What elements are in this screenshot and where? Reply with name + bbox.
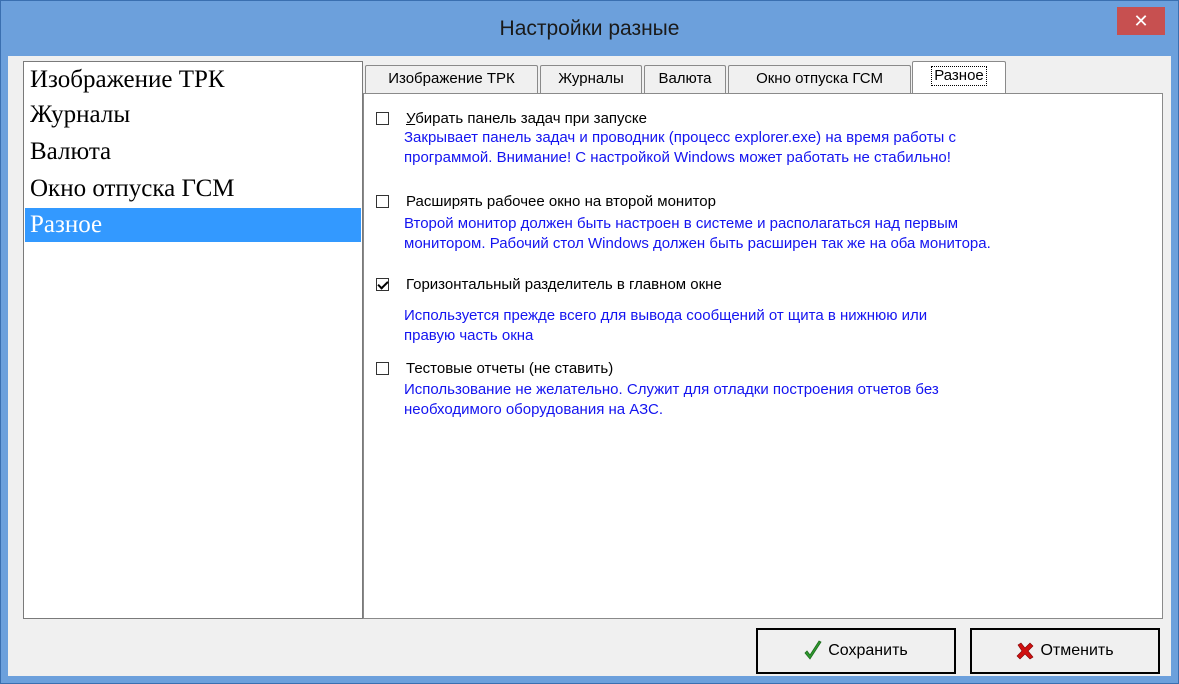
test-reports-desc-line1: Использование не желательно. Служит для … <box>404 381 939 398</box>
extend-monitor-checkbox[interactable] <box>376 195 389 208</box>
title-bar[interactable]: Настройки разные ✕ <box>1 1 1178 55</box>
hide-taskbar-desc-line2: программой. Внимание! С настройкой Windo… <box>404 149 951 166</box>
category-item-journals[interactable]: Журналы <box>25 98 361 132</box>
horizontal-splitter-desc-line1: Используется прежде всего для вывода соо… <box>404 307 928 324</box>
category-item-currency[interactable]: Валюта <box>25 135 361 169</box>
checkmark-icon <box>804 640 822 660</box>
hide-taskbar-label[interactable]: Убирать панель задач при запуске <box>406 110 647 127</box>
tab-misc[interactable]: Разное <box>912 61 1006 93</box>
tab-misc-label: Разное <box>931 66 987 86</box>
tab-trk-image[interactable]: Изображение ТРК <box>365 65 538 93</box>
hide-taskbar-checkbox[interactable] <box>376 112 389 125</box>
tab-panel-misc: Убирать панель задач при запуске Закрыва… <box>363 93 1163 619</box>
test-reports-checkbox[interactable] <box>376 362 389 375</box>
horizontal-splitter-label[interactable]: Горизонтальный разделитель в главном окн… <box>406 276 722 293</box>
save-button[interactable]: Сохранить <box>756 628 956 674</box>
tab-journals[interactable]: Журналы <box>540 65 642 93</box>
button-bar: Сохранить Отменить <box>8 624 1171 676</box>
tab-fuel-window[interactable]: Окно отпуска ГСМ <box>728 65 911 93</box>
extend-monitor-desc-line1: Второй монитор должен быть настроен в си… <box>404 215 959 232</box>
horizontal-splitter-desc-line2: правую часть окна <box>404 327 534 344</box>
hide-taskbar-label-accel: У <box>406 110 416 127</box>
category-item-fuel-window[interactable]: Окно отпуска ГСМ <box>25 172 361 206</box>
settings-window: Настройки разные ✕ Изображение ТРК Журна… <box>0 0 1179 684</box>
cancel-button-label: Отменить <box>1040 642 1114 659</box>
category-item-misc[interactable]: Разное <box>25 208 361 242</box>
test-reports-label[interactable]: Тестовые отчеты (не ставить) <box>406 360 613 377</box>
close-icon: ✕ <box>1133 11 1149 31</box>
dialog-body: Изображение ТРК Журналы Валюта Окно отпу… <box>8 56 1171 676</box>
window-title: Настройки разные <box>499 17 680 40</box>
extend-monitor-label[interactable]: Расширять рабочее окно на второй монитор <box>406 193 716 210</box>
hide-taskbar-label-rest: бирать панель задач при запуске <box>415 110 647 127</box>
close-button[interactable]: ✕ <box>1117 7 1165 35</box>
test-reports-desc-line2: необходимого оборудования на АЗС. <box>404 401 664 418</box>
save-button-label: Сохранить <box>828 642 908 659</box>
tab-control: Изображение ТРК Журналы Валюта Окно отпу… <box>362 61 1163 619</box>
horizontal-splitter-checkbox[interactable] <box>376 278 389 291</box>
category-item-trk-image[interactable]: Изображение ТРК <box>25 63 361 97</box>
cancel-button[interactable]: Отменить <box>970 628 1160 674</box>
tab-currency[interactable]: Валюта <box>644 65 726 93</box>
extend-monitor-desc-line2: монитором. Рабочий стол Windows должен б… <box>404 235 991 252</box>
cross-icon <box>1017 642 1034 660</box>
hide-taskbar-desc-line1: Закрывает панель задач и проводник (проц… <box>404 129 956 146</box>
category-list[interactable]: Изображение ТРК Журналы Валюта Окно отпу… <box>23 61 363 619</box>
